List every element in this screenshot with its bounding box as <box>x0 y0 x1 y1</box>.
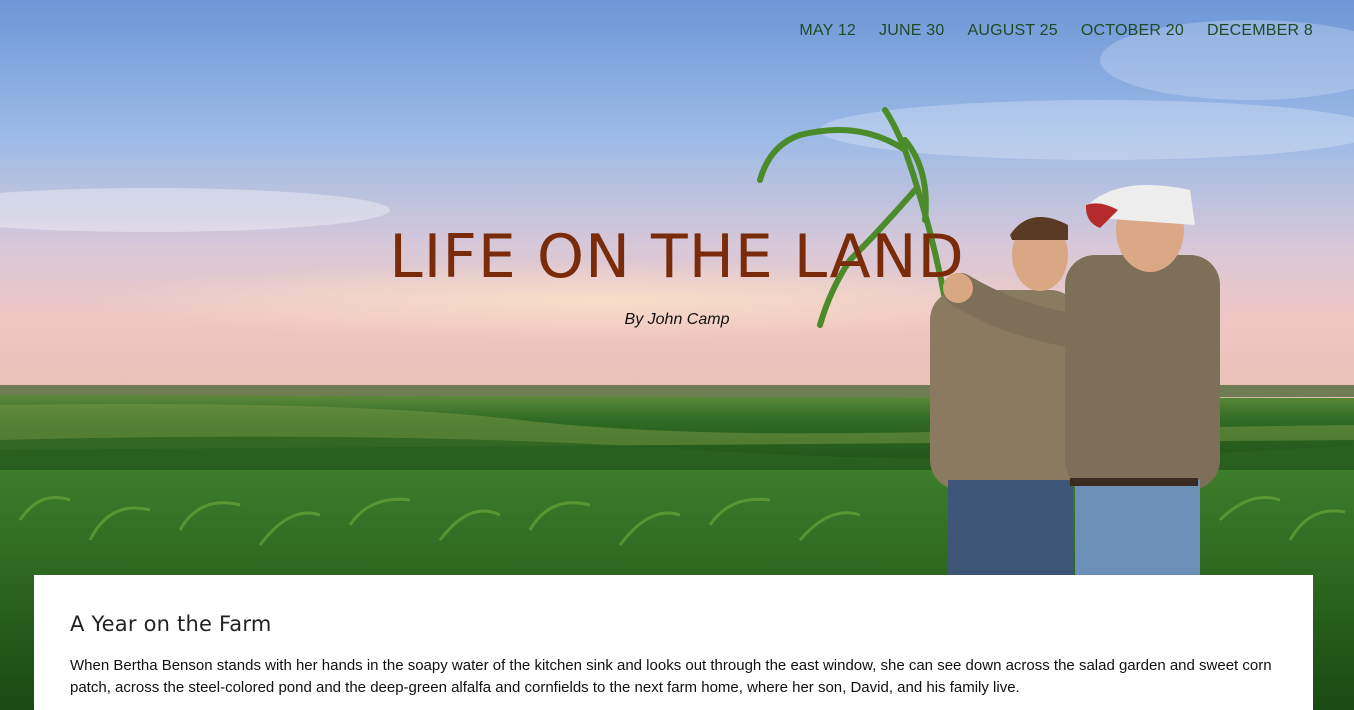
nav-link-june-30[interactable]: JUNE 30 <box>879 20 944 42</box>
article-body: When Bertha Benson stands with her hands… <box>70 657 1272 696</box>
nav-link-october-20[interactable]: OCTOBER 20 <box>1081 20 1184 42</box>
nav-link-december-8[interactable]: DECEMBER 8 <box>1207 20 1313 42</box>
article-card: A Year on the Farm When Bertha Benson st… <box>34 575 1313 710</box>
article-title: A Year on the Farm <box>70 612 272 636</box>
hero-byline: By John Camp <box>624 311 730 328</box>
nav-link-may-12[interactable]: MAY 12 <box>799 20 856 42</box>
top-navigation: MAY 12 JUNE 30 AUGUST 25 OCTOBER 20 DECE… <box>776 20 1313 42</box>
hero-title: LIFE ON THE LAND <box>389 222 965 292</box>
page: MAY 12 JUNE 30 AUGUST 25 OCTOBER 20 DECE… <box>0 0 1354 710</box>
nav-link-august-25[interactable]: AUGUST 25 <box>967 20 1057 42</box>
